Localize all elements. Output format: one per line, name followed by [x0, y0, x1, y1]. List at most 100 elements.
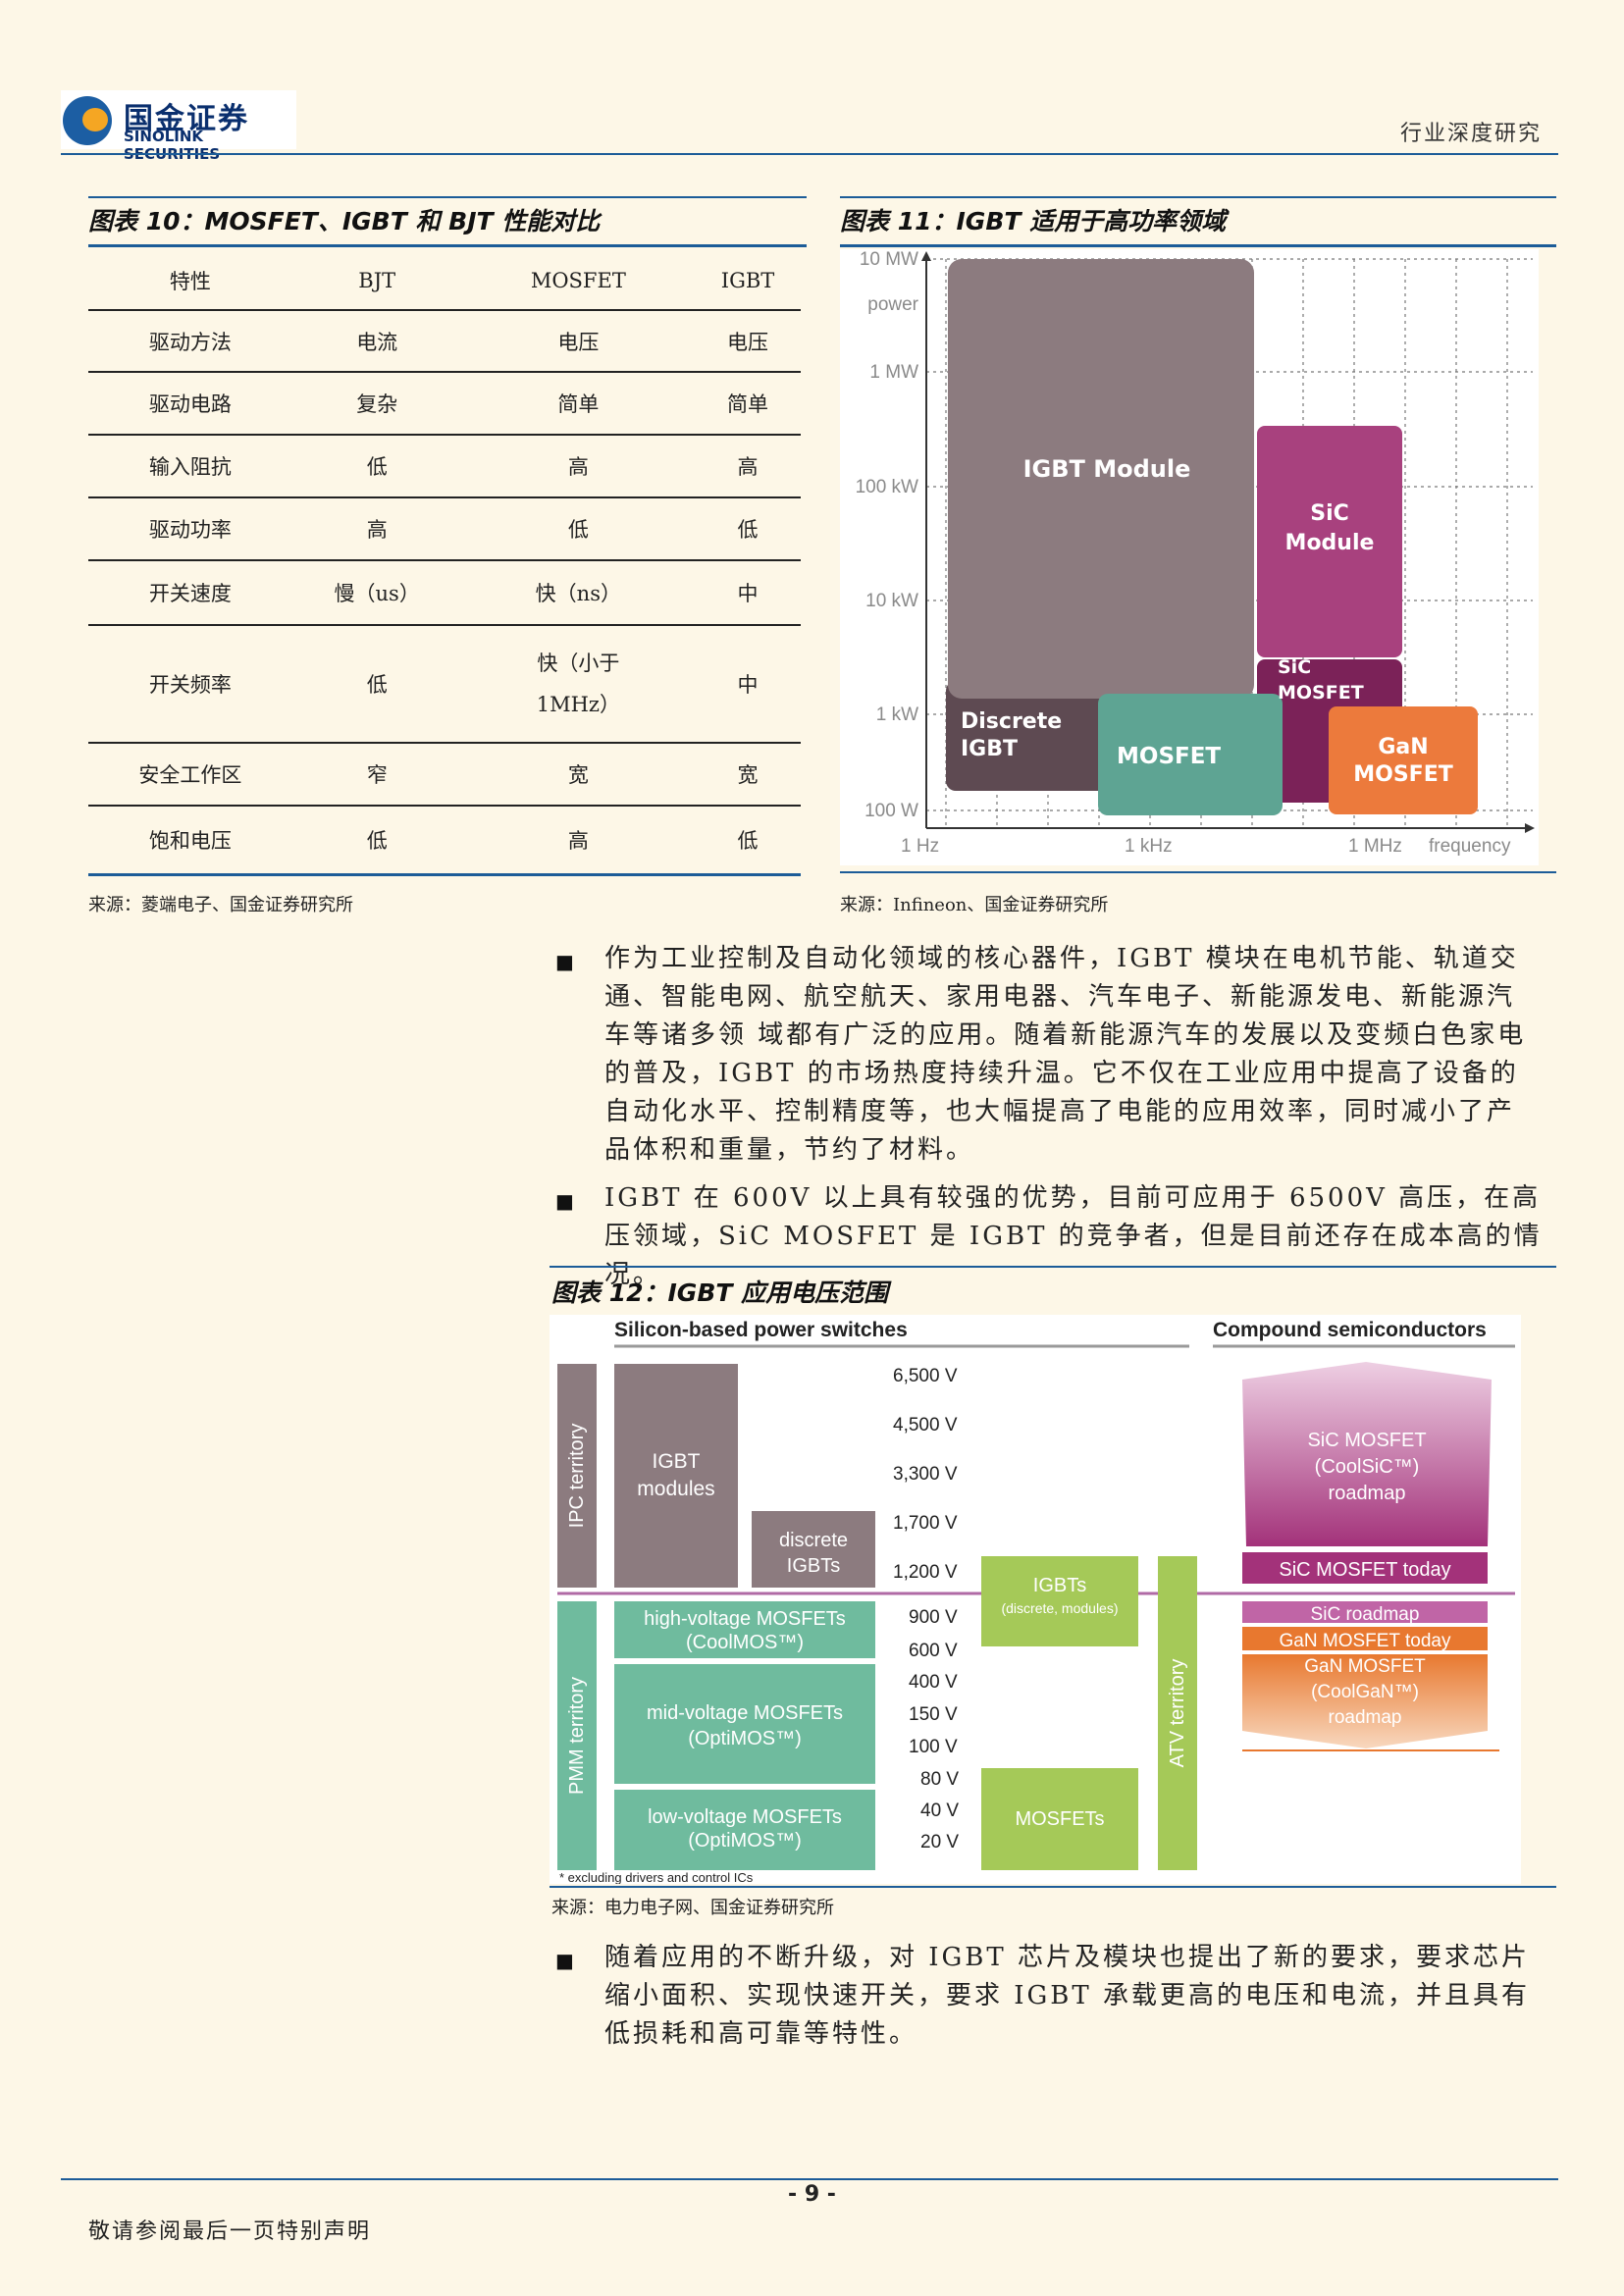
company-logo: 国金证券 SINOLINK SECURITIES: [61, 90, 296, 163]
heading-silicon: Silicon-based power switches: [614, 1319, 908, 1341]
table-header-row: 特性 BJT MOSFET IGBT: [88, 251, 801, 311]
bullet-icon: ■: [555, 1189, 574, 1213]
table-cell: 简单: [461, 372, 696, 436]
heading-compound: Compound semiconductors: [1213, 1319, 1487, 1341]
table-cell: 快（ns）: [461, 560, 696, 626]
power-frequency-chart: 10 MW power 1 MW 100 kW 10 kW 1 kW 100 W…: [840, 249, 1539, 865]
table-cell: 复杂: [291, 372, 462, 436]
gan-mosfet-block: [1329, 706, 1478, 814]
y-tick-label: 100 W: [864, 801, 918, 821]
fig11-source: 来源：Infineon、国金证券研究所: [840, 895, 1109, 915]
column-header: MOSFET: [461, 251, 696, 311]
table-cell: 慢（us）: [291, 560, 462, 626]
table-cell: 高: [461, 435, 696, 498]
table-cell: 中: [695, 560, 801, 626]
table-cell: 低: [291, 806, 462, 876]
table-cell: 低: [291, 435, 462, 498]
x-tick-label: 1 MHz: [1348, 836, 1402, 857]
x-axis-label: frequency: [1429, 836, 1511, 857]
table-cell: 低: [695, 806, 801, 876]
y-tick-label: 100 kW: [856, 477, 918, 497]
x-tick-label: 1 Hz: [901, 836, 939, 857]
voltage-label: 20 V: [920, 1832, 959, 1852]
table-cell: 驱动方法: [88, 310, 292, 373]
table-row: 驱动电路 复杂 简单 简单: [88, 372, 801, 436]
fig10-title-rule: [88, 244, 807, 247]
table-cell: 中: [695, 625, 801, 744]
table-cell: 饱和电压: [88, 806, 292, 876]
report-type-label: 行业深度研究: [1399, 122, 1542, 146]
table-cell: 开关频率: [88, 625, 292, 744]
table-cell: 安全工作区: [88, 743, 292, 807]
table-cell: 电压: [695, 310, 801, 373]
igbt-modules-block: [614, 1364, 738, 1588]
table-cell: 高: [291, 497, 462, 561]
table-row: 输入阻抗 低 高 高: [88, 435, 801, 498]
fig12-bottom-rule: [550, 1886, 1556, 1888]
sic-roadmap-arrow: [1242, 1362, 1492, 1546]
table-cell: 窄: [291, 743, 462, 807]
paragraph: 作为工业控制及自动化领域的核心器件，IGBT 模块在电机节能、轨道交通、智能电网…: [604, 944, 1527, 1165]
table-cell: 低: [695, 497, 801, 561]
table-cell: 驱动电路: [88, 372, 292, 436]
fig11-title: 图表 11：IGBT 适用于高功率领域: [840, 207, 1227, 235]
pmm-territory-label: PMM territory: [566, 1677, 588, 1795]
voltage-label: 3,300 V: [893, 1464, 958, 1485]
y-tick-label: 10 MW: [860, 249, 918, 270]
wrapped-cell-text: 快（小于 1MHz）: [536, 652, 620, 716]
fig11-top-rule: [840, 196, 1556, 198]
footnote: * excluding drivers and control ICs: [559, 1870, 754, 1884]
y-tick-label: 1 kW: [876, 704, 918, 725]
fig12-source: 来源：电力电子网、国金证券研究所: [551, 1898, 834, 1918]
column-header: BJT: [291, 251, 462, 311]
voltage-label: 80 V: [920, 1769, 959, 1790]
table-cell: 电流: [291, 310, 462, 373]
table-cell: 宽: [461, 743, 696, 807]
ipc-territory-label: IPC territory: [566, 1424, 588, 1529]
table-cell: 高: [695, 435, 801, 498]
table-cell: 电压: [461, 310, 696, 373]
fig11-bottom-rule: [840, 871, 1556, 873]
voltage-label: 150 V: [909, 1704, 958, 1725]
block-sublabel: (discrete, modules): [1001, 1600, 1118, 1616]
table-row: 开关速度 慢（us） 快（ns） 中: [88, 560, 801, 626]
voltage-label: 100 V: [909, 1737, 958, 1757]
table-cell: 低: [291, 625, 462, 744]
voltage-label: 4,500 V: [893, 1415, 958, 1435]
block-label: MOSFET: [1117, 744, 1221, 769]
table-cell: 驱动功率: [88, 497, 292, 561]
block-label: IGBTs: [1033, 1575, 1086, 1596]
table-cell: 输入阻抗: [88, 435, 292, 498]
power-frequency-svg: 10 MW power 1 MW 100 kW 10 kW 1 kW 100 W…: [856, 249, 1535, 857]
block-label: SiC roadmap: [1311, 1604, 1420, 1625]
page-number: - 9 -: [788, 2182, 836, 2207]
voltage-range-diagram: Silicon-based power switches Compound se…: [550, 1315, 1521, 1885]
bullet-icon: ■: [555, 1949, 574, 1972]
voltage-label: 40 V: [920, 1800, 959, 1821]
voltage-label: 6,500 V: [893, 1366, 958, 1386]
table-row: 饱和电压 低 高 低: [88, 806, 801, 876]
y-tick-label: 1 MW: [869, 362, 918, 383]
voltage-label: 900 V: [909, 1607, 958, 1628]
block-label: MOSFETs: [1015, 1808, 1104, 1830]
y-tick-label: 10 kW: [865, 591, 918, 611]
y-axis-label: power: [867, 294, 918, 315]
table-row: 驱动方法 电流 电压 电压: [88, 310, 801, 373]
atv-territory-label: ATV territory: [1167, 1659, 1188, 1768]
table-cell: 开关速度: [88, 560, 292, 626]
table-cell: 低: [461, 497, 696, 561]
table-cell: 简单: [695, 372, 801, 436]
fig10-title: 图表 10：MOSFET、IGBT 和 BJT 性能对比: [88, 207, 601, 235]
voltage-label: 1,700 V: [893, 1513, 958, 1534]
block-label: GaN MOSFET today: [1280, 1631, 1451, 1651]
logo-english-name: SINOLINK SECURITIES: [124, 128, 221, 163]
table-cell: 快（小于 1MHz）: [461, 625, 696, 744]
block-label: SiC MOSFET today: [1279, 1559, 1450, 1581]
header-rule: [61, 153, 1558, 155]
column-header: IGBT: [695, 251, 801, 311]
table-row: 开关频率 低 快（小于 1MHz） 中: [88, 625, 801, 744]
footer-rule: [61, 2178, 1558, 2180]
fig12-title: 图表 12：IGBT 应用电压范围: [551, 1278, 889, 1307]
table-row: 驱动功率 高 低 低: [88, 497, 801, 561]
fig10-source: 来源：菱端电子、国金证券研究所: [88, 895, 353, 915]
